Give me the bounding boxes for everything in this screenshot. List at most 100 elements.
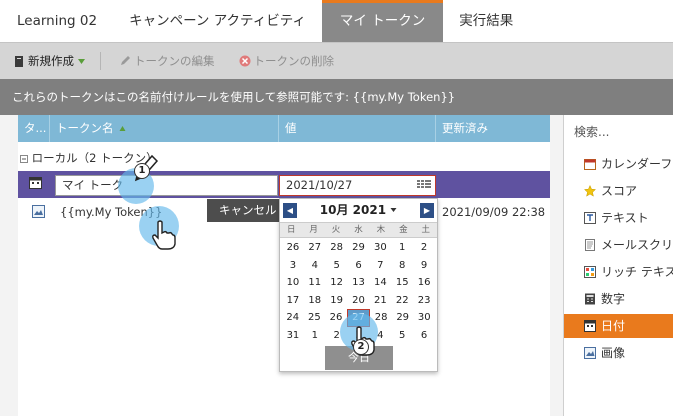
- calendar-day[interactable]: 31: [282, 327, 304, 345]
- calendar-day[interactable]: 20: [348, 292, 370, 310]
- column-token-name[interactable]: トークン名: [50, 115, 279, 142]
- month-year-label: 10月 2021: [319, 203, 387, 217]
- calendar-day[interactable]: 24: [282, 309, 304, 327]
- tab-my-tokens[interactable]: マイ トークン: [321, 0, 444, 42]
- calendar-day[interactable]: 5: [391, 327, 413, 345]
- calendar-day[interactable]: 30: [369, 239, 391, 257]
- new-button-label: 新規作成: [28, 54, 74, 68]
- calendar-day[interactable]: 6: [348, 257, 370, 275]
- naming-rule-info: これらのトークンはこの名前付けルールを使用して参照可能です: {{my.My T…: [0, 79, 673, 115]
- calendar-day[interactable]: 12: [326, 274, 348, 292]
- panel-item-label: テキスト: [601, 211, 649, 225]
- calendar-day[interactable]: 3: [282, 257, 304, 275]
- calendar-day[interactable]: 14: [369, 274, 391, 292]
- calendar-day[interactable]: 29: [392, 309, 414, 327]
- toolbar-divider: [100, 52, 101, 70]
- panel-item-number[interactable]: 数字: [564, 287, 673, 311]
- calendar-day[interactable]: 15: [391, 274, 413, 292]
- step-badge-2: 2: [353, 339, 369, 355]
- panel-item-rich-text[interactable]: リッチ テキスト: [564, 260, 673, 284]
- calendar-day[interactable]: 5: [326, 257, 348, 275]
- column-token-name-label: トークン名: [56, 121, 114, 135]
- calendar-day[interactable]: 1: [304, 327, 326, 345]
- calendar-day[interactable]: 18: [304, 292, 326, 310]
- delete-token-button[interactable]: トークンの削除: [225, 53, 345, 69]
- weekday-label: 水: [354, 225, 363, 235]
- panel-item-image[interactable]: 画像: [564, 341, 673, 365]
- column-value[interactable]: 値: [279, 115, 436, 142]
- calendar-day[interactable]: 10: [282, 274, 304, 292]
- calendar-day[interactable]: 11: [304, 274, 326, 292]
- calendar-day[interactable]: 30: [413, 309, 435, 327]
- panel-item-script[interactable]: メールスクリプト: [564, 233, 673, 257]
- tab-learning-02[interactable]: Learning 02: [0, 0, 113, 42]
- weekday-label: 火: [331, 225, 341, 235]
- date-value-field[interactable]: 2021/10/27: [279, 175, 436, 196]
- date-value-text: 2021/10/27: [286, 178, 353, 192]
- calendar-day[interactable]: 29: [348, 239, 370, 257]
- hand-cursor-icon: [152, 220, 176, 250]
- panel-item-star[interactable]: スコア: [564, 179, 673, 203]
- edit-token-button[interactable]: トークンの編集: [105, 53, 225, 69]
- calendar-day[interactable]: 1: [391, 239, 413, 257]
- token-name-field[interactable]: マイ トーク: [55, 175, 278, 196]
- month-year-selector[interactable]: 10月 2021: [320, 203, 397, 217]
- calendar-picker-icon[interactable]: [417, 180, 431, 191]
- weekday-label: 金: [399, 225, 408, 235]
- toolbar: 新規作成 トークンの編集 トークンの削除: [0, 42, 673, 79]
- image-type-icon: [32, 205, 45, 218]
- calendar-day[interactable]: 2: [413, 239, 435, 257]
- calendar-day[interactable]: 22: [391, 292, 413, 310]
- weekday-label: 月: [309, 225, 318, 235]
- calendar-day[interactable]: 17: [282, 292, 304, 310]
- new-button[interactable]: 新規作成: [0, 53, 96, 69]
- sort-asc-icon: [119, 126, 126, 131]
- chevron-down-icon: [390, 208, 397, 212]
- panel-item-label: リッチ テキスト: [601, 265, 673, 279]
- calendar-day[interactable]: 4: [304, 257, 326, 275]
- tab-campaign-activity[interactable]: キャンペーン アクティビティ: [113, 0, 322, 42]
- search-input[interactable]: 検索...: [568, 118, 673, 146]
- calendar-day[interactable]: 7: [369, 257, 391, 275]
- tab-results[interactable]: 実行結果: [443, 0, 529, 42]
- calendar-week: 17 18 19 20 21 22 23: [282, 292, 435, 310]
- calendar-day[interactable]: 9: [413, 257, 435, 275]
- calendar-day[interactable]: 25: [304, 309, 326, 327]
- text-icon: [584, 212, 596, 224]
- top-tab-bar: Learning 02 キャンペーン アクティビティ マイ トークン 実行結果: [0, 0, 673, 42]
- panel-item-text[interactable]: テキスト: [564, 206, 673, 230]
- panel-item-label: 数字: [601, 292, 626, 306]
- calendar-day[interactable]: 13: [348, 274, 370, 292]
- rich-text-icon: [584, 266, 596, 278]
- panel-item-label: 日付: [601, 319, 626, 333]
- delete-icon: [239, 55, 250, 67]
- calendar-week: 26 27 28 29 30 1 2: [282, 239, 435, 257]
- image-icon: [584, 347, 596, 359]
- star-icon: [584, 185, 596, 197]
- calendar-day[interactable]: 21: [369, 292, 391, 310]
- next-month-button[interactable]: ▶: [420, 203, 434, 218]
- calendar-week: 10 11 12 13 14 15 16: [282, 274, 435, 292]
- calendar-day[interactable]: 27: [304, 239, 326, 257]
- panel-item-date[interactable]: 日付: [564, 314, 673, 338]
- calendar-day[interactable]: 23: [413, 292, 435, 310]
- cancel-button[interactable]: キャンセル: [207, 199, 283, 222]
- number-icon: [585, 293, 595, 305]
- edit-token-label: トークンの編集: [134, 54, 215, 68]
- panel-item-label: カレンダーファイル: [601, 157, 673, 171]
- calendar-day[interactable]: 19: [326, 292, 348, 310]
- collapse-icon[interactable]: [20, 155, 28, 163]
- calendar-day[interactable]: 8: [391, 257, 413, 275]
- weekday-header: 日月火水木金土: [280, 222, 437, 238]
- prev-month-button[interactable]: ◀: [283, 203, 297, 218]
- panel-item-calendar[interactable]: カレンダーファイル: [564, 152, 673, 176]
- calendar-type-icon: [29, 177, 42, 189]
- column-type[interactable]: タ...: [18, 115, 50, 142]
- column-updated[interactable]: 更新済み: [436, 115, 550, 142]
- calendar-day[interactable]: 16: [413, 274, 435, 292]
- panel-item-label: スコア: [601, 184, 638, 198]
- calendar-day[interactable]: 6: [413, 327, 435, 345]
- calendar-day[interactable]: 26: [282, 239, 304, 257]
- weekday-label: 木: [376, 225, 386, 235]
- calendar-day[interactable]: 28: [326, 239, 348, 257]
